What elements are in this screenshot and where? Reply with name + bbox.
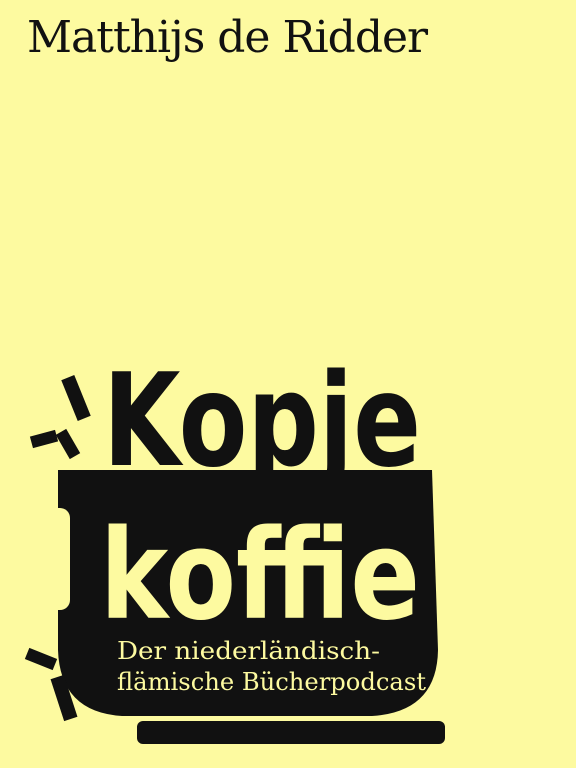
kopje-koffie-logo: Kopje koffie Der niederländisch- flämisc… bbox=[24, 347, 445, 744]
steam-marks-icon bbox=[29, 374, 91, 460]
saucer-icon bbox=[137, 721, 445, 744]
logo-word-koffie: koffie bbox=[100, 504, 420, 648]
logo-subtitle-line1: Der niederländisch- bbox=[117, 637, 380, 665]
cup-handle-icon bbox=[42, 508, 70, 610]
podcast-cover: Matthijs de Ridder Kopje koffie Der nied… bbox=[0, 0, 576, 768]
logo-subtitle-line2: flämische Bücherpodcast bbox=[117, 668, 426, 696]
